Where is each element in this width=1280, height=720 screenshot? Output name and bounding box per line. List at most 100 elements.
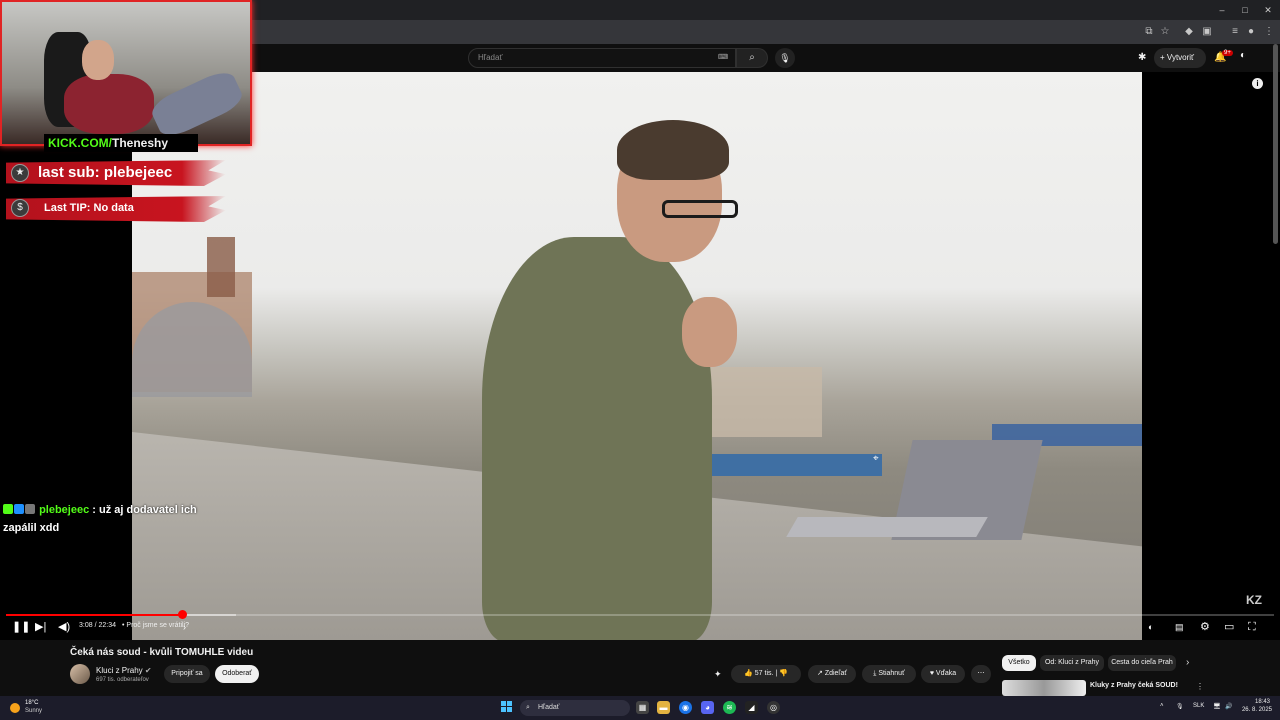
camera-upload-icon[interactable]: ✱: [1138, 52, 1146, 63]
related-video-title[interactable]: Kluky z Prahy čeká SOUD!: [1090, 682, 1178, 689]
channel-name-text: Kluci z Prahy: [96, 666, 143, 675]
verified-badge-icon: [14, 504, 24, 514]
next-icon[interactable]: ▶|: [35, 620, 46, 634]
volume-tray-icon[interactable]: 🔊: [1225, 703, 1232, 710]
menu-icon[interactable]: ⋮: [1261, 24, 1277, 40]
maximize-button[interactable]: □: [1233, 2, 1257, 18]
share-button[interactable]: ↗ Zdieľať: [808, 665, 856, 683]
last-tip-text: Last TIP: No data: [44, 202, 134, 214]
progress-played: [6, 614, 182, 616]
sub-badge-icon: [25, 504, 35, 514]
page-scrollbar[interactable]: [1273, 44, 1278, 244]
obs-icon[interactable]: ◎: [767, 701, 780, 714]
chapter-label[interactable]: • Proč jsme se vrátili?: [122, 622, 189, 629]
person-hair: [617, 120, 729, 180]
video-frame[interactable]: [132, 72, 1142, 640]
ai-sparkle-icon[interactable]: ✦: [714, 669, 722, 680]
join-button[interactable]: Pripojiť sa: [164, 665, 210, 683]
keyboard-icon[interactable]: ⌨: [718, 53, 730, 62]
more-actions-button[interactable]: ⋯: [971, 665, 991, 683]
chip-from-channel[interactable]: Od: Kluci z Prahy: [1040, 655, 1104, 671]
sun-icon[interactable]: [10, 703, 20, 713]
share-icon: ↗: [817, 670, 825, 677]
capcut-icon[interactable]: ◢: [745, 701, 758, 714]
subscriber-count: 697 tis. odberateľov: [96, 677, 149, 683]
kick-channel-label: KICK.COM/Theneshy: [44, 134, 198, 152]
clock-time[interactable]: 18:43: [1244, 699, 1270, 705]
thanks-button[interactable]: ♥ Vďaka: [921, 665, 965, 683]
account-avatar[interactable]: ◐: [1240, 50, 1246, 61]
mouse-cursor-icon: ⌖: [873, 453, 879, 464]
discord-icon[interactable]: ◕: [701, 701, 714, 714]
related-video-thumbnail[interactable]: [1002, 680, 1086, 696]
chip-related[interactable]: Cesta do cieľa Prah: [1108, 655, 1176, 671]
puzzle-icon[interactable]: ▣: [1199, 24, 1215, 40]
thumb-down-icon: | 👎: [773, 670, 788, 677]
theater-mode-icon[interactable]: ▭: [1224, 620, 1234, 634]
thumb-up-icon: 👍: [744, 670, 755, 677]
streamer-legs: [147, 66, 247, 142]
kick-username: Theneshy: [112, 136, 169, 150]
chat-username: plebejeec: [39, 504, 90, 516]
time-display: 3:08 / 22:34: [79, 622, 116, 629]
download-label: Stiahnuť: [878, 670, 905, 677]
autoplay-toggle[interactable]: ◐: [1148, 620, 1153, 634]
taskbar-search-label: Hľadať: [538, 704, 560, 711]
media-icon[interactable]: ≡: [1227, 24, 1243, 40]
search-icon: ⌕: [526, 704, 530, 711]
profile-icon[interactable]: ●: [1243, 24, 1259, 40]
kick-badge-icon: [3, 504, 13, 514]
clock-date[interactable]: 26. 8. 2025: [1236, 707, 1272, 713]
mic-icon[interactable]: 🎙: [775, 48, 795, 68]
video-title: Čeká nás soud - kvůli TOMUHLE videu: [70, 647, 254, 658]
channel-name[interactable]: Kluci z Prahy ✔: [96, 666, 152, 675]
progress-scrubber[interactable]: [178, 610, 187, 619]
chrome-icon[interactable]: ◉: [679, 701, 692, 714]
spotify-icon[interactable]: ≋: [723, 701, 736, 714]
webcam-overlay: [0, 0, 252, 146]
more-options-icon[interactable]: ⋮: [1196, 682, 1204, 691]
create-button[interactable]: + Vytvoriť: [1154, 48, 1206, 68]
file-explorer-icon[interactable]: ▬: [657, 701, 670, 714]
close-window-button[interactable]: ✕: [1256, 2, 1280, 18]
weather-condition[interactable]: Sunny: [25, 708, 42, 714]
minimize-button[interactable]: –: [1210, 2, 1234, 18]
search-input[interactable]: Hľadať: [468, 48, 736, 68]
volume-icon[interactable]: ◀): [58, 620, 70, 634]
chevron-right-icon[interactable]: ›: [1186, 657, 1189, 668]
task-view-icon[interactable]: ▦: [636, 701, 649, 714]
person-hand: [682, 297, 737, 367]
extension-icon[interactable]: ◆: [1181, 24, 1197, 40]
share-label: Zdieľať: [824, 670, 847, 677]
subscribe-button[interactable]: Odoberať: [215, 665, 259, 683]
chevron-right-icon[interactable]: ›: [183, 620, 186, 634]
taskbar-search[interactable]: ⌕ Hľadať: [520, 700, 630, 716]
info-icon[interactable]: i: [1252, 78, 1263, 89]
star-icon: ★: [11, 164, 29, 182]
subtitles-icon[interactable]: ▤: [1175, 620, 1184, 634]
verified-icon: ✔: [144, 666, 152, 675]
channel-avatar[interactable]: [70, 664, 90, 684]
last-sub-text: last sub: plebejeec: [38, 164, 173, 181]
like-dislike-button[interactable]: 👍 57 tis. | 👎: [731, 665, 801, 683]
like-count: 57 tis.: [754, 670, 774, 677]
thanks-label: Vďaka: [935, 670, 957, 677]
notification-badge: 9+: [1222, 50, 1233, 56]
pause-icon[interactable]: ❚❚: [12, 620, 30, 634]
glasses-icon: [662, 200, 738, 218]
tray-chevron-icon[interactable]: ˄: [1160, 703, 1164, 709]
star-icon[interactable]: ☆: [1157, 24, 1173, 40]
language-indicator[interactable]: SLK: [1193, 703, 1204, 709]
channel-watermark: KZ: [1246, 593, 1262, 607]
laptop-base: [786, 517, 988, 537]
network-icon[interactable]: 🖥: [1213, 703, 1221, 710]
weather-temperature[interactable]: 18°C: [25, 700, 38, 706]
settings-icon[interactable]: ⚙: [1200, 620, 1210, 634]
cast-icon[interactable]: ⧉: [1141, 24, 1157, 40]
fullscreen-icon[interactable]: ⛶: [1248, 620, 1256, 634]
download-button[interactable]: ⤓ Stiahnuť: [862, 665, 916, 683]
mic-tray-icon[interactable]: 🎙: [1176, 703, 1184, 710]
search-button[interactable]: ⌕: [736, 48, 768, 68]
windows-start-icon[interactable]: [501, 701, 513, 713]
chip-all[interactable]: Všetko: [1002, 655, 1036, 671]
